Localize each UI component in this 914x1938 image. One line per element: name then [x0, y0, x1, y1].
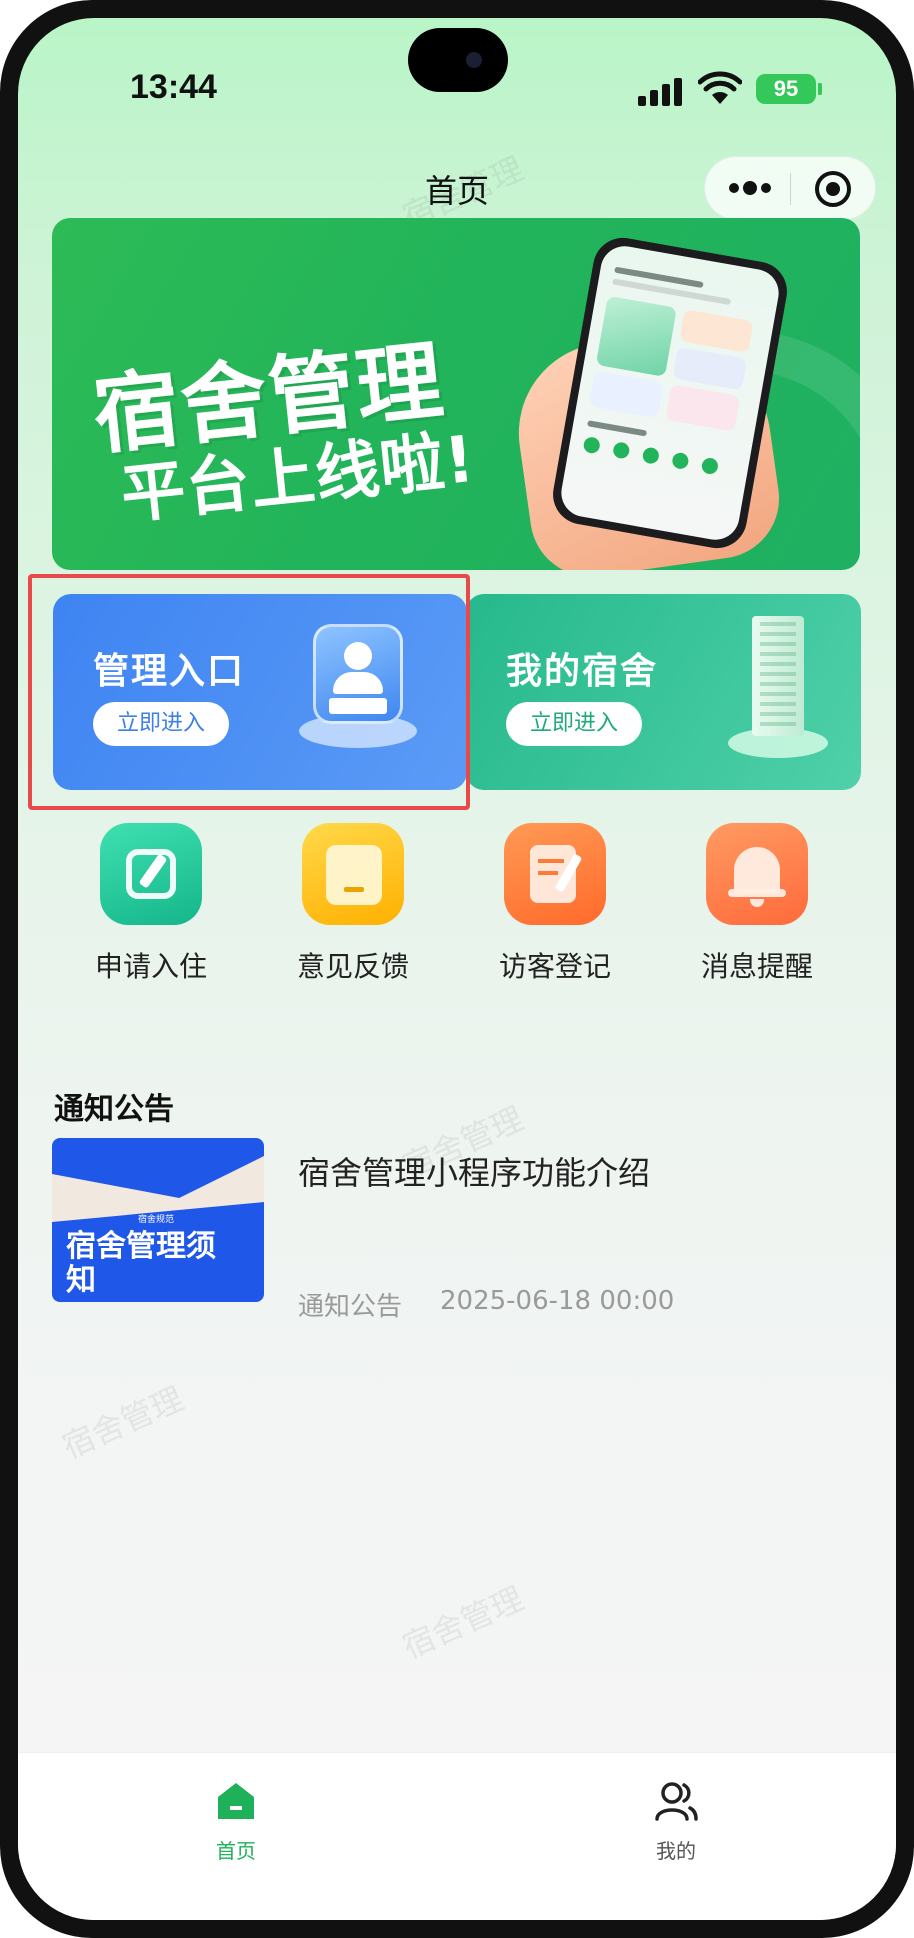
tab-me-label: 我的: [656, 1839, 696, 1863]
notice-category: 通知公告: [298, 1292, 403, 1322]
notice-section-title: 通知公告: [54, 1092, 174, 1127]
feedback-icon: [302, 823, 404, 925]
message-reminder-action[interactable]: 消息提醒: [682, 823, 832, 985]
feedback-label: 意见反馈: [296, 950, 409, 983]
thumbnail-caption: 宿舍规范: [138, 1215, 175, 1225]
my-dorm-enter-button[interactable]: 立即进入: [506, 702, 642, 746]
more-icon[interactable]: [729, 179, 771, 199]
battery-indicator: 95: [756, 74, 816, 104]
capsule-divider: [790, 173, 791, 205]
signal-icon: [638, 76, 684, 106]
apply-checkin-action[interactable]: 申请入住: [76, 823, 226, 985]
edit-icon: [100, 823, 202, 925]
bell-icon: [706, 823, 808, 925]
watermark: 宿舍管理: [396, 1579, 530, 1667]
users-icon: [655, 1782, 698, 1821]
apply-checkin-label: 申请入住: [94, 950, 207, 983]
bottom-tab-bar: 首页 我的: [18, 1752, 896, 1920]
message-reminder-label: 消息提醒: [700, 950, 813, 983]
tab-home-label: 首页: [216, 1839, 256, 1863]
notice-timestamp: 2025-06-18 00:00: [440, 1286, 675, 1316]
notebook-icon: [504, 823, 606, 925]
notice-title[interactable]: 宿舍管理小程序功能介绍: [298, 1148, 650, 1194]
visitor-register-label: 访客登记: [498, 950, 611, 983]
camera-notch: [408, 28, 508, 92]
tab-me[interactable]: 我的: [616, 1779, 736, 1864]
my-dorm-card[interactable]: 我的宿舍 立即进入: [466, 594, 861, 790]
visitor-register-action[interactable]: 访客登记: [480, 823, 630, 985]
battery-cap: [818, 83, 822, 95]
tab-home[interactable]: 首页: [176, 1779, 296, 1864]
watermark: 宿舍管理: [56, 1379, 190, 1467]
phone-frame: 宿舍管理 宿舍管理 宿舍管理 宿舍管理 宿舍管理 宿舍管理 13:44 95 首…: [0, 0, 914, 1938]
camera-icon: [466, 52, 482, 68]
building-icon: [728, 616, 828, 766]
promo-banner[interactable]: 宿舍管理 平台上线啦!: [52, 218, 860, 570]
wifi-icon: [698, 71, 742, 104]
home-icon: [218, 1783, 254, 1819]
my-dorm-title: 我的宿舍: [506, 651, 659, 692]
miniprogram-capsule: [704, 156, 876, 220]
selection-highlight: [28, 574, 470, 810]
thumbnail-heading: 宿舍管理须知: [66, 1229, 216, 1298]
close-miniprogram-icon[interactable]: [815, 171, 851, 207]
feedback-action[interactable]: 意见反馈: [278, 823, 428, 985]
notice-thumbnail[interactable]: 宿舍规范 宿舍管理须知: [52, 1138, 264, 1302]
status-time: 13:44: [130, 68, 217, 106]
app-screen: 宿舍管理 宿舍管理 宿舍管理 宿舍管理 宿舍管理 宿舍管理 13:44 95 首…: [18, 18, 896, 1920]
